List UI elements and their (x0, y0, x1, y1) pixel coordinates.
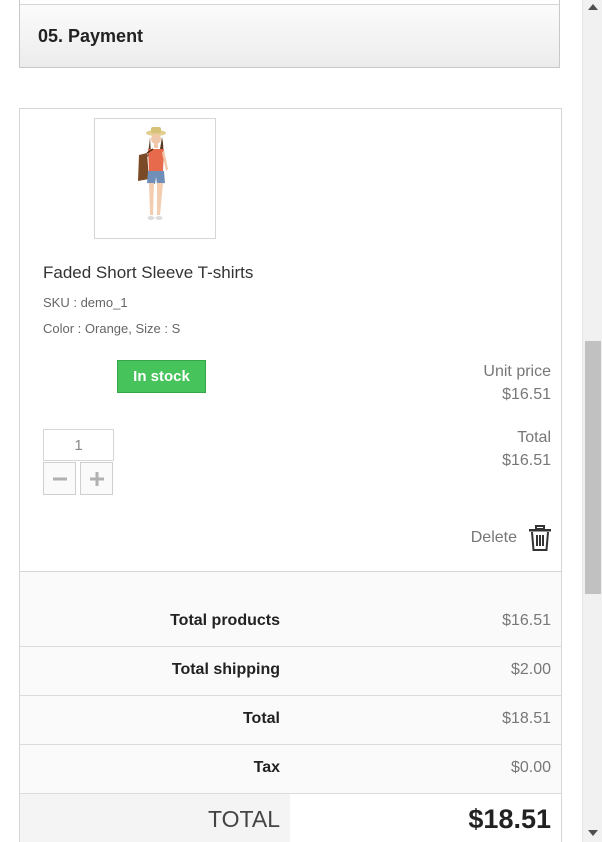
totals-value: $18.51 (502, 710, 551, 727)
trash-icon (529, 525, 551, 551)
totals-value: $16.51 (502, 612, 551, 629)
product-name[interactable]: Faded Short Sleeve T-shirts (43, 263, 253, 283)
delete-product-button[interactable]: Delete (471, 525, 551, 551)
totals-row-shipping: Total shipping $2.00 (20, 647, 561, 696)
plus-icon (89, 471, 104, 486)
product-sku: SKU : demo_1 (43, 295, 128, 310)
grand-total-value: $18.51 (468, 804, 551, 834)
product-photo-woman-icon (138, 127, 168, 220)
grand-total-row: TOTAL $18.51 (20, 794, 561, 842)
product-attributes: Color : Orange, Size : S (43, 321, 181, 336)
line-total-label: Total (517, 429, 551, 446)
step-title: 05. Payment (38, 26, 144, 46)
vertical-scrollbar[interactable] (582, 0, 602, 842)
totals-value: $2.00 (510, 661, 551, 678)
cart-summary: Faded Short Sleeve T-shirts SKU : demo_1… (19, 108, 562, 842)
checkout-content: 05. Payment Faded Short Sleeve T-shirts … (0, 0, 582, 842)
grand-total-label: TOTAL (208, 806, 280, 832)
minus-icon (52, 477, 67, 480)
totals-row-tax: Tax $0.00 (20, 745, 561, 794)
unit-price-label: Unit price (483, 363, 551, 380)
cart-totals: Total products $16.51 Total shipping $2.… (20, 571, 561, 842)
totals-label: Tax (253, 759, 280, 776)
delete-label: Delete (470, 529, 517, 546)
scroll-up-arrow-icon[interactable] (588, 4, 598, 10)
unit-price-value: $16.51 (502, 386, 551, 403)
product-image[interactable] (94, 118, 216, 239)
scroll-down-arrow-icon[interactable] (588, 830, 598, 836)
payment-step-header[interactable]: 05. Payment (19, 4, 560, 68)
quantity-input[interactable] (43, 429, 114, 461)
totals-value: $0.00 (510, 759, 551, 776)
line-total-value: $16.51 (502, 452, 551, 469)
quantity-decrease-button[interactable] (43, 462, 76, 495)
quantity-increase-button[interactable] (80, 462, 113, 495)
totals-row-total: Total $18.51 (20, 696, 561, 745)
totals-row-products: Total products $16.51 (20, 572, 561, 647)
totals-label: Total products (170, 612, 280, 629)
stock-status-badge: In stock (117, 360, 206, 393)
totals-label: Total shipping (171, 661, 280, 678)
totals-label: Total (242, 710, 280, 727)
checkout-page: 05. Payment Faded Short Sleeve T-shirts … (0, 0, 602, 842)
scrollbar-thumb[interactable] (585, 341, 601, 594)
